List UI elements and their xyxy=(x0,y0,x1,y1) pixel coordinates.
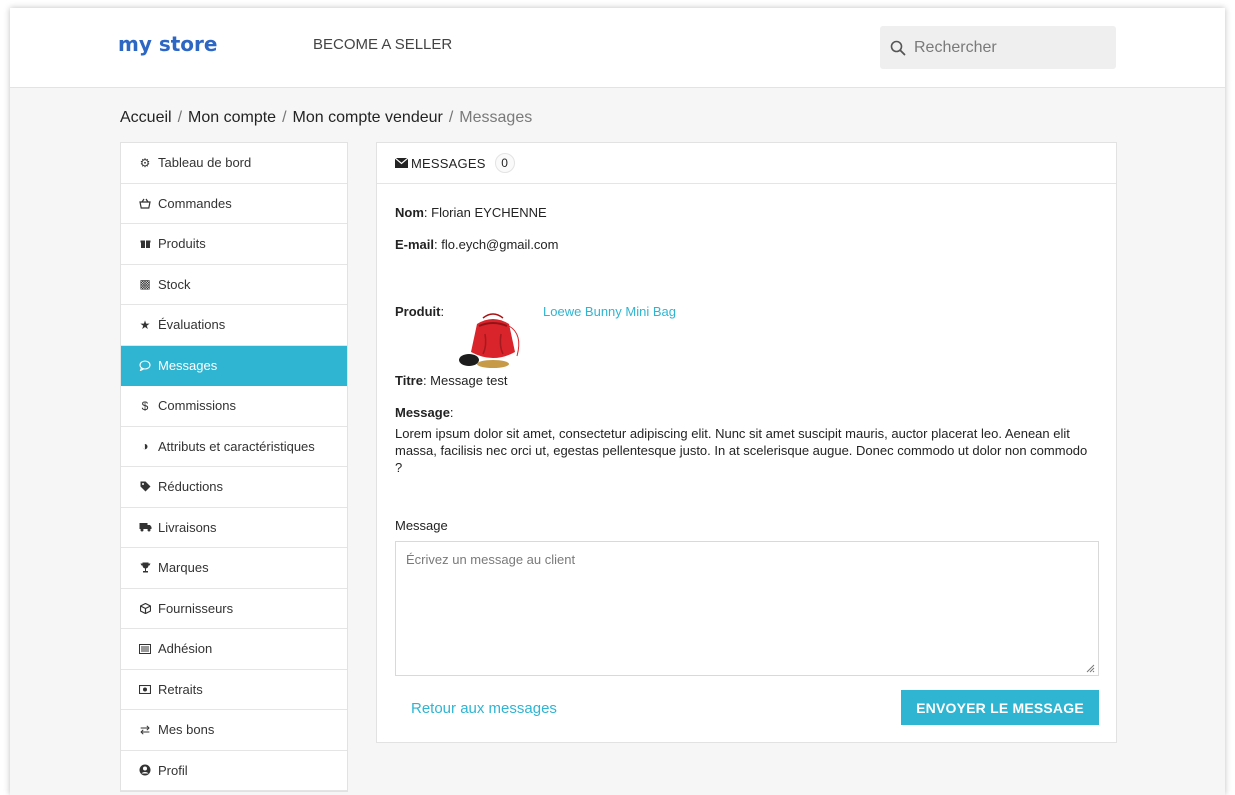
message-body: Lorem ipsum dolor sit amet, consectetur … xyxy=(395,426,1088,475)
header: my store BECOME A SELLER xyxy=(10,8,1225,88)
dollar-icon: $ xyxy=(141,398,149,413)
search-box[interactable] xyxy=(880,26,1116,69)
sidebar-item-label: Réductions xyxy=(158,479,224,495)
message-panel: MESSAGES 0 Nom: Florian EYCHENNE E-mail:… xyxy=(376,142,1117,743)
breadcrumb: Accueil / Mon compte / Mon compte vendeur / Me… xyxy=(120,109,532,127)
exchange-icon: ⇄ xyxy=(139,722,151,737)
panel-header: MESSAGES 0 xyxy=(377,143,1116,184)
product-thumbnail[interactable] xyxy=(457,304,529,376)
send-message-button[interactable]: ENVOYER LE MESSAGE xyxy=(901,690,1099,725)
back-to-messages-link[interactable]: Retour aux messages xyxy=(411,700,557,717)
money-icon xyxy=(137,684,153,694)
basket-icon xyxy=(137,198,153,209)
sidebar-item-profile[interactable]: Profil xyxy=(121,751,347,791)
breadcrumb-home[interactable]: Accueil xyxy=(120,109,172,126)
product-label: Produit xyxy=(395,304,441,319)
title-value: Message test xyxy=(430,373,508,388)
sidebar-item-label: Adhésion xyxy=(158,641,213,657)
resize-grip-icon[interactable] xyxy=(1085,663,1095,673)
star-icon: ★ xyxy=(139,317,151,332)
cubes-icon: ▩ xyxy=(139,277,151,292)
breadcrumb-separator: / xyxy=(177,109,183,126)
sidebar-item-orders[interactable]: Commandes xyxy=(121,184,347,224)
sidebar-item-label: Évaluations xyxy=(158,317,226,333)
sidebar-item-label: Profil xyxy=(158,762,188,778)
email-label: E-mail xyxy=(395,237,435,252)
panel-title: MESSAGES xyxy=(411,155,486,171)
search-icon xyxy=(890,40,906,55)
seller-sidebar: ⚙ Tableau de bord Commandes Produits ▩ S… xyxy=(120,142,348,792)
message-label-row: Message: xyxy=(395,405,454,420)
adjust-icon: ◑ xyxy=(141,439,149,454)
trophy-icon xyxy=(137,562,153,573)
sidebar-item-dashboard[interactable]: ⚙ Tableau de bord xyxy=(121,143,347,184)
sidebar-item-reviews[interactable]: ★ Évaluations xyxy=(121,305,347,346)
product-row: Produit: xyxy=(395,304,445,319)
name-label: Nom xyxy=(395,205,424,220)
sidebar-item-label: Attributs et caractéristiques xyxy=(158,438,315,454)
sidebar-item-attributes[interactable]: ◑ Attributs et caractéristiques xyxy=(121,427,347,467)
become-seller-link[interactable]: BECOME A SELLER xyxy=(313,36,452,53)
sidebar-item-messages[interactable]: Messages xyxy=(121,345,347,386)
sidebar-item-label: Livraisons xyxy=(158,519,217,535)
title-label: Titre xyxy=(395,373,423,388)
breadcrumb-separator: / xyxy=(282,109,287,126)
customer-email-row: E-mail: flo.eych@gmail.com xyxy=(395,237,559,252)
message-count-badge: 0 xyxy=(494,153,515,173)
chat-bubble-icon xyxy=(137,360,153,371)
list-icon xyxy=(137,643,153,654)
sidebar-item-label: Tableau de bord xyxy=(158,155,252,171)
breadcrumb-seller-account[interactable]: Mon compte vendeur xyxy=(293,109,443,126)
sidebar-item-shipping[interactable]: Livraisons xyxy=(121,508,347,548)
breadcrumb-separator: / xyxy=(448,109,454,126)
sidebar-item-discounts[interactable]: Réductions xyxy=(121,467,347,508)
sidebar-item-vouchers[interactable]: ⇄ Mes bons xyxy=(121,710,347,751)
breadcrumb-current: Messages xyxy=(459,109,533,126)
sidebar-item-label: Messages xyxy=(158,357,218,373)
search-input[interactable] xyxy=(914,38,1094,57)
customer-name-row: Nom: Florian EYCHENNE xyxy=(395,205,547,220)
sidebar-item-label: Retraits xyxy=(158,681,203,697)
user-circle-icon xyxy=(137,764,153,776)
box-icon xyxy=(137,602,153,614)
sidebar-item-label: Commissions xyxy=(158,398,237,414)
message-label: Message xyxy=(395,405,450,420)
reply-label: Message xyxy=(395,518,448,533)
gift-icon xyxy=(137,238,153,249)
sidebar-item-label: Mes bons xyxy=(158,722,215,738)
sidebar-item-label: Marques xyxy=(158,560,209,576)
title-row: Titre: Message test xyxy=(395,373,508,388)
page-frame: my store BECOME A SELLER Accueil / Mon com… xyxy=(10,8,1225,795)
sidebar-item-stock[interactable]: ▩ Stock xyxy=(121,265,347,305)
reply-textarea[interactable] xyxy=(395,541,1099,676)
sidebar-item-products[interactable]: Produits xyxy=(121,224,347,265)
product-link[interactable]: Loewe Bunny Mini Bag xyxy=(543,304,676,319)
name-value: Florian EYCHENNE xyxy=(431,205,547,220)
sidebar-item-brands[interactable]: Marques xyxy=(121,548,347,589)
envelope-icon xyxy=(395,158,408,168)
sidebar-item-suppliers[interactable]: Fournisseurs xyxy=(121,589,347,629)
tag-icon xyxy=(137,481,153,492)
sidebar-item-commissions[interactable]: $ Commissions xyxy=(121,386,347,427)
email-value: flo.eych@gmail.com xyxy=(441,237,559,252)
sidebar-item-label: Fournisseurs xyxy=(158,600,234,616)
dashboard-icon: ⚙ xyxy=(139,155,151,170)
sidebar-item-label: Stock xyxy=(158,276,191,292)
sidebar-item-withdrawals[interactable]: Retraits xyxy=(121,670,347,710)
store-logo[interactable]: my store xyxy=(118,32,217,56)
sidebar-item-membership[interactable]: Adhésion xyxy=(121,629,347,670)
breadcrumb-account[interactable]: Mon compte xyxy=(188,109,276,126)
sidebar-item-label: Produits xyxy=(158,236,206,252)
sidebar-item-label: Commandes xyxy=(158,195,232,211)
truck-icon xyxy=(137,522,153,532)
